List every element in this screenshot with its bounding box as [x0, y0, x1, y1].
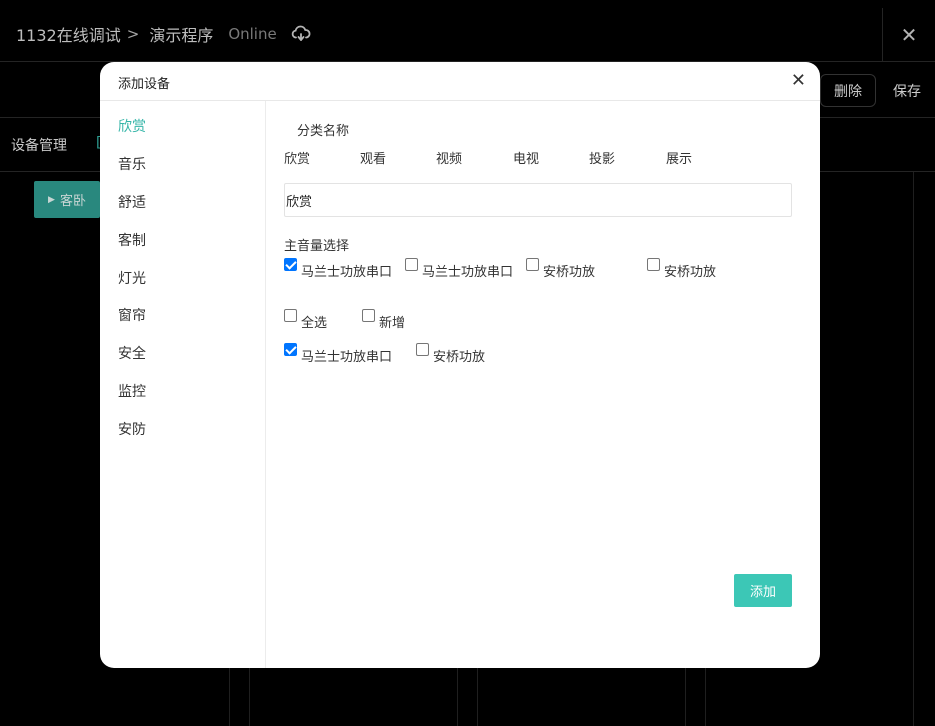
checkbox-unchecked[interactable]: [284, 309, 297, 322]
select-all-checkbox[interactable]: 全选: [284, 309, 327, 331]
checkbox-label: 马兰士功放串口: [301, 265, 393, 280]
sidebar-item-comfort[interactable]: 舒适: [118, 192, 146, 212]
checkbox-checked[interactable]: [284, 343, 297, 356]
volume-option-checkbox[interactable]: 安桥功放: [526, 258, 595, 280]
category-tab[interactable]: 投影: [589, 148, 615, 167]
checkbox-unchecked[interactable]: [405, 258, 418, 271]
dialog-title: 添加设备: [118, 77, 171, 92]
dialog-body: 欣赏 音乐 舒适 客制 灯光 窗帘 安全 监控 安防 分类名称 欣赏 观看 视频…: [100, 101, 820, 668]
checkbox-label: 马兰士功放串口: [422, 265, 514, 280]
checkbox-label: 新增: [379, 316, 406, 331]
checkbox-checked[interactable]: [284, 258, 297, 271]
category-tab[interactable]: 欣赏: [284, 148, 310, 167]
checkbox-unchecked[interactable]: [416, 343, 429, 356]
sidebar-item-custom[interactable]: 客制: [118, 230, 146, 250]
sidebar-item-security[interactable]: 安防: [118, 419, 146, 439]
sidebar-item-appreciate[interactable]: 欣赏: [118, 116, 146, 136]
sidebar-item-music[interactable]: 音乐: [118, 154, 146, 174]
checkbox-unchecked[interactable]: [362, 309, 375, 322]
category-name-input[interactable]: [284, 183, 792, 217]
category-sidebar: 欣赏 音乐 舒适 客制 灯光 窗帘 安全 监控 安防: [100, 101, 266, 668]
add-new-checkbox[interactable]: 新增: [362, 309, 405, 331]
checkbox-label: 安桥功放: [433, 350, 486, 365]
device-checkbox[interactable]: 马兰士功放串口: [284, 343, 392, 365]
category-tab[interactable]: 展示: [666, 148, 692, 167]
category-name-label: 分类名称: [297, 124, 350, 139]
checkbox-label: 马兰士功放串口: [301, 350, 393, 365]
checkbox-label: 安桥功放: [543, 265, 596, 280]
checkbox-unchecked[interactable]: [647, 258, 660, 271]
device-checkbox[interactable]: 安桥功放: [416, 343, 485, 365]
master-volume-label: 主音量选择: [284, 239, 350, 254]
close-icon[interactable]: ✕: [791, 71, 806, 91]
dialog-header: 添加设备 ✕: [100, 62, 820, 101]
category-tab[interactable]: 电视: [513, 148, 539, 167]
checkbox-label: 全选: [301, 316, 328, 331]
sidebar-item-lighting[interactable]: 灯光: [118, 268, 146, 288]
dialog-content: 分类名称 欣赏 观看 视频 电视 投影 展示 主音量选择 马兰士功放串口 马兰士…: [266, 101, 820, 668]
volume-option-checkbox[interactable]: 安桥功放: [647, 258, 716, 280]
add-button[interactable]: 添加: [734, 574, 792, 607]
add-device-dialog: 添加设备 ✕ 欣赏 音乐 舒适 客制 灯光 窗帘 安全 监控 安防 分类名称 欣…: [100, 62, 820, 668]
category-tab[interactable]: 视频: [436, 148, 462, 167]
checkbox-unchecked[interactable]: [526, 258, 539, 271]
sidebar-item-monitor[interactable]: 监控: [118, 381, 146, 401]
checkbox-label: 安桥功放: [664, 265, 717, 280]
category-tab[interactable]: 观看: [360, 148, 386, 167]
volume-option-checkbox[interactable]: 马兰士功放串口: [405, 258, 513, 280]
sidebar-item-curtain[interactable]: 窗帘: [118, 305, 146, 325]
volume-option-checkbox[interactable]: 马兰士功放串口: [284, 258, 392, 280]
sidebar-item-safety[interactable]: 安全: [118, 343, 146, 363]
